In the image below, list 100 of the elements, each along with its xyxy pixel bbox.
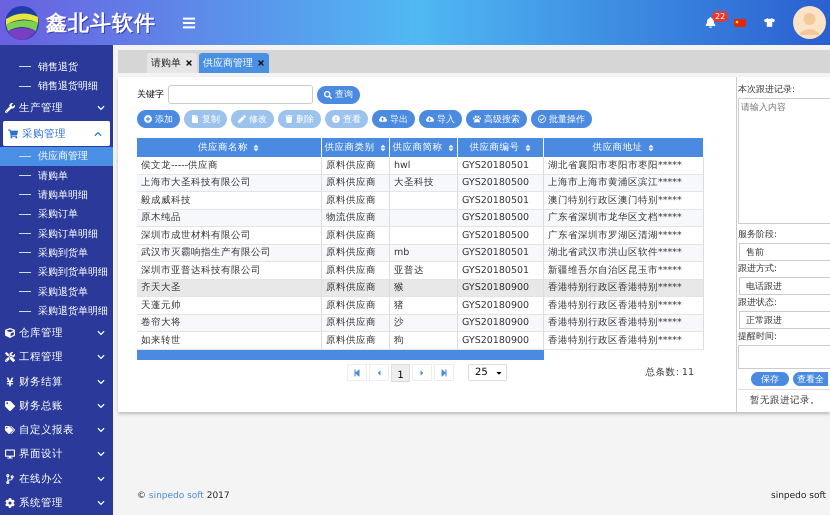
page-number[interactable]: 1 — [391, 364, 410, 382]
cloud-icon — [426, 115, 434, 123]
sidebar-group[interactable]: 界面设计 — [0, 442, 113, 467]
table-cell: hwl — [390, 157, 458, 174]
menu-icon[interactable] — [182, 16, 196, 30]
sort-icon — [646, 144, 654, 152]
table-cell: 广东省深圳市罗湖区清湖***** — [544, 227, 704, 244]
sort-icon — [252, 144, 260, 152]
search-icon — [324, 90, 332, 98]
column-header[interactable]: 供应商编号 — [458, 138, 544, 157]
sort-icon — [524, 144, 532, 152]
table-cell: 原料供应商 — [322, 227, 390, 244]
method-select[interactable]: 电话跟进 — [739, 277, 830, 295]
sidebar-subitem[interactable]: 采购订单明细 — [0, 224, 113, 244]
sidebar-group[interactable]: 自定义报表 — [0, 418, 113, 442]
chevron-down-icon — [97, 402, 105, 410]
table-cell: GYS20180500 — [458, 210, 544, 227]
close-icon[interactable] — [257, 59, 265, 67]
column-header[interactable]: 供应商类别 — [322, 138, 390, 157]
last-page-button[interactable] — [434, 364, 454, 381]
table-cell: 原料供应商 — [322, 280, 390, 297]
table-cell: 猪 — [390, 297, 458, 314]
table-cell — [390, 210, 458, 227]
sidebar-group[interactable]: 系统管理 — [0, 490, 113, 515]
flag-icon[interactable] — [734, 18, 746, 26]
yen-icon — [5, 376, 15, 387]
view-all-button[interactable]: 查看全 — [793, 372, 828, 386]
sidebar-subitem[interactable]: 采购订单 — [0, 204, 113, 224]
toolbar-button[interactable]: 导入 — [419, 110, 462, 128]
sidebar-subitem[interactable]: 采购到货单 — [0, 243, 113, 263]
table-cell: 如来转世 — [137, 332, 322, 350]
table-cell: 沙 — [390, 314, 458, 332]
monitor-icon — [5, 449, 15, 460]
sidebar-subitem[interactable]: 请购单 — [0, 166, 113, 186]
tag-icon — [5, 400, 15, 411]
first-page-button[interactable] — [347, 364, 367, 381]
chevron-down-icon — [97, 353, 105, 362]
table-cell: GYS20180501 — [458, 192, 544, 210]
close-icon[interactable] — [185, 59, 193, 67]
table-cell — [390, 192, 458, 210]
table-cell: 香港特别行政区香港特别***** — [544, 280, 704, 297]
wrench-icon — [5, 103, 15, 114]
table-cell: 亚普达 — [390, 262, 458, 280]
table-cell: 香港特别行政区香港特别***** — [544, 297, 704, 314]
table-cell: mb — [390, 244, 458, 262]
bell-icon[interactable] — [705, 17, 716, 28]
sidebar-group[interactable]: 采购管理 — [3, 121, 110, 146]
table-cell: 齐天大圣 — [137, 280, 322, 297]
sidebar-group[interactable]: 在线办公 — [0, 466, 113, 491]
table-cell: 大圣科技 — [390, 174, 458, 192]
table-cell: 猴 — [390, 280, 458, 297]
search-button[interactable]: 查询 — [317, 86, 360, 104]
table-cell: 物流供应商 — [322, 210, 390, 227]
sidebar-group[interactable]: 财务结算 — [0, 369, 113, 394]
next-page-button[interactable] — [412, 364, 432, 381]
document-icon — [191, 115, 199, 123]
tools-icon — [5, 352, 15, 362]
table-cell: 侯文龙-----供应商 — [137, 157, 322, 174]
sidebar-subitem[interactable]: 请购单明细 — [0, 185, 113, 205]
shirt-icon[interactable] — [764, 17, 775, 28]
toolbar-button[interactable]: 导出 — [372, 110, 415, 128]
table-cell: 原料供应商 — [322, 192, 390, 210]
avatar[interactable] — [793, 6, 826, 39]
footer-brand: sinpedo soft — [771, 491, 826, 501]
column-header[interactable]: 供应商简称 — [390, 138, 458, 157]
stage-select[interactable]: 售前 — [739, 243, 830, 261]
save-button[interactable]: 保存 — [751, 372, 789, 386]
page-size-select[interactable]: 25 — [468, 364, 507, 381]
table-cell: 湖北省武汉市洪山区软件***** — [544, 244, 704, 262]
remind-time-field[interactable] — [738, 345, 830, 369]
keyword-field[interactable] — [168, 85, 313, 104]
table-cell: 原料供应商 — [322, 332, 390, 350]
info-icon — [332, 115, 340, 123]
sidebar-subitem[interactable]: 销售退货明细 — [0, 76, 113, 96]
tab[interactable]: 请购单 — [147, 53, 197, 73]
table-cell: GYS20180501 — [458, 244, 544, 262]
sidebar-group[interactable]: 财务总账 — [0, 394, 113, 418]
sort-icon — [446, 144, 454, 152]
sidebar-group[interactable]: 生产管理 — [0, 96, 113, 120]
column-header[interactable]: 供应商名称 — [137, 138, 322, 157]
caret-right-icon — [418, 368, 426, 376]
previous-page-button[interactable] — [369, 364, 389, 381]
toolbar-button[interactable]: 批量操作 — [531, 110, 592, 128]
table-cell: 新疆维吾尔自治区昆玉市***** — [544, 262, 704, 280]
table-cell: 武汉市灭霸响指生产有限公司 — [137, 244, 322, 262]
trash-icon — [285, 115, 293, 123]
column-header[interactable]: 供应商地址 — [544, 138, 704, 157]
toolbar-button[interactable]: 添加 — [137, 110, 180, 128]
table-cell: GYS20180900 — [458, 314, 544, 332]
sidebar-group[interactable]: 仓库管理 — [0, 320, 113, 346]
toolbar-button[interactable]: 高级搜索 — [466, 110, 527, 128]
sidebar-subitem[interactable]: 销售退货 — [0, 57, 113, 77]
sidebar-subitem[interactable]: 采购退货单明细 — [0, 302, 113, 321]
sidebar-subitem[interactable]: 采购到货单明细 — [0, 262, 113, 282]
sidebar-group[interactable]: 工程管理 — [0, 345, 113, 370]
table-cell: GYS20180501 — [458, 262, 544, 280]
record-field[interactable]: 请输入内容 — [738, 98, 830, 224]
sidebar-subitem[interactable]: 采购退货单 — [0, 282, 113, 302]
status-select[interactable]: 正常跟进 — [739, 311, 830, 329]
scrollbar-thumb[interactable] — [137, 350, 544, 360]
